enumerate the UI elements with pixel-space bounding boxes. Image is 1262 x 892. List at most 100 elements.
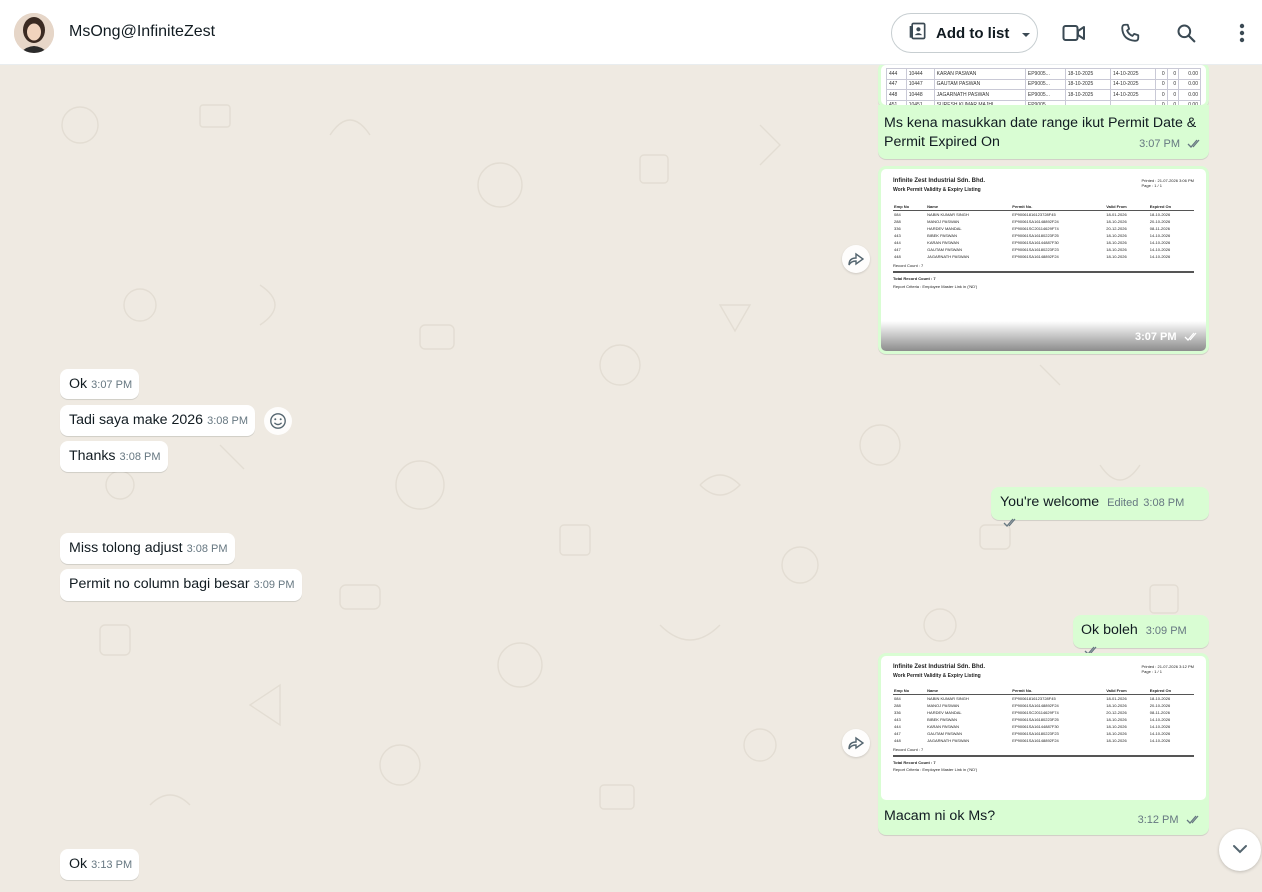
message-outgoing[interactable]: Ms kena masukkan date range ikut Permit … (878, 105, 1209, 159)
spreadsheet-table: 444 10444 KARAN PASWAN EP9005... 18-10-2025 1… (886, 68, 1201, 105)
report-title: Work Permit Validity & Expiry Listing (893, 187, 981, 193)
message-caption: Macam ni ok Ms? (884, 808, 996, 824)
forward-icon[interactable] (842, 729, 870, 757)
table-cell: 08-11-2026 (1149, 226, 1170, 231)
record-count: 7 (921, 263, 924, 268)
video-call-icon[interactable] (1061, 20, 1087, 46)
message-time: 3:07 PM (91, 379, 133, 391)
scroll-down-button[interactable] (1219, 829, 1261, 871)
table-row: 448 JAGARNATH PASWAN EP90061SA16148892F24 1… (893, 737, 1194, 744)
table-cell: 18-10-2026 (1149, 696, 1171, 701)
table-cell: 14-10-2026 (1149, 233, 1171, 238)
message-image-report[interactable]: Infinite Zest Industrial Sdn. Bhd. Work … (878, 166, 1209, 354)
table-cell: 288 (894, 219, 901, 224)
table-cell: HARDEV MANDAL (927, 710, 962, 715)
report-criteria: Report Criteria : Employee Master Link i… (893, 284, 978, 289)
message-incoming[interactable]: Tadi saya make 2026 3:08 PM (60, 405, 256, 436)
total-count: 7 (933, 276, 936, 281)
table-row: 336 HARDEV MANDAL EP90061SC20114629F74 20-1… (893, 225, 1194, 232)
table-cell: 08-11-2026 (1149, 710, 1170, 715)
table-cell: 18-10-2025 (1064, 68, 1111, 80)
table-cell: EP9005... (1024, 78, 1066, 90)
table-cell: EP90061SC20114629F74 (1012, 710, 1059, 715)
table-cell: 14-10-2026 (1149, 240, 1171, 245)
table-cell: EP9005... (1024, 89, 1066, 101)
table-cell: JAGARNATH PASWAN (927, 738, 970, 743)
message-list[interactable]: 444 10444 KARAN PASWAN EP9005... 18-10-2025 1… (0, 65, 1262, 892)
table-cell: EP90061SA16144887F30 (1012, 240, 1059, 245)
table-cell: JAGARNATH PASWAN (933, 89, 1026, 101)
contact-name[interactable]: MsOng@InfiniteZest (69, 23, 215, 41)
table-cell: 0.00 (1178, 78, 1201, 90)
voice-call-icon[interactable] (1117, 20, 1143, 46)
message-time: 3:08 PM (119, 451, 161, 463)
message-incoming[interactable]: Ok 3:07 PM (60, 369, 140, 399)
table-header: Name (926, 203, 1012, 211)
message-incoming[interactable]: Permit no column bagi besar 3:09 PM (60, 569, 302, 601)
table-cell: 14-10-2025 (1109, 78, 1157, 90)
table-cell: JAGARNATH PASWAN (927, 254, 970, 259)
search-icon[interactable] (1173, 20, 1199, 46)
message-text: Ok (69, 856, 88, 872)
total-count: 7 (933, 760, 936, 765)
report-title: Work Permit Validity & Expiry Listing (893, 673, 981, 679)
table-header: Emp No (893, 203, 927, 211)
table-cell: BIBEK PASWAN (927, 233, 957, 238)
message-incoming[interactable]: Ok 3:13 PM (60, 849, 140, 880)
table-cell: EP90061SA16148892F24 (1012, 254, 1059, 259)
menu-dots-icon[interactable] (1229, 20, 1255, 46)
table-cell: 18-10-2026 (1106, 717, 1127, 722)
table-cell: EP90061SA16180223F25 (1012, 717, 1059, 722)
message-outgoing[interactable]: Ok boleh 3:09 PM (1073, 615, 1209, 655)
table-cell: 18-01-2026 (1106, 212, 1127, 217)
double-check-icon (1187, 136, 1203, 155)
table-row: 336 HARDEV MANDAL EP90061SC20114629F74 20-1… (893, 709, 1194, 716)
table-cell: 0.00 (1178, 89, 1201, 101)
table-row: 288 MANOJ PASWAN EP90061SA16148892F24 18-10… (893, 702, 1194, 709)
table-cell: 0 (1166, 68, 1180, 80)
table-cell: 0 (1155, 78, 1168, 90)
avatar[interactable] (14, 13, 54, 53)
table-cell: 20-10-2026 (1149, 219, 1171, 224)
message-outgoing[interactable]: You're welcome Edited 3:08 PM (991, 487, 1209, 527)
message-text: You're welcome (1000, 494, 1100, 510)
message-text: Permit no column bagi besar (69, 576, 250, 592)
report-table: Emp No Name Permit No. Valid From Expired On… (893, 687, 1194, 744)
table-cell: 18-10-2025 (1064, 78, 1111, 90)
total-label: Total Record Count : (893, 760, 933, 765)
table-cell: 447 (894, 247, 901, 252)
message-text: Thanks (69, 448, 116, 464)
table-cell: 14-10-2026 (1149, 738, 1171, 743)
contacts-list-icon (908, 21, 928, 45)
emoji-react-icon[interactable] (264, 407, 292, 435)
table-header: Permit No. (1011, 687, 1106, 695)
table-cell: 18-10-2026 (1106, 731, 1127, 736)
table-cell: 444 (894, 240, 901, 245)
table-cell: EP90061SA16148892F24 (1012, 703, 1059, 708)
add-to-list-button[interactable]: Add to list (891, 13, 1038, 53)
report-page: Page : 1 / 1 (1141, 669, 1162, 674)
message-text: Ok boleh (1081, 622, 1138, 638)
message-image-top[interactable]: 444 10444 KARAN PASWAN EP9005... 18-10-2025 1… (878, 65, 1209, 108)
message-text: Tadi saya make 2026 (69, 412, 204, 428)
table-cell: EP90061SA16148892F24 (1012, 738, 1059, 743)
table-row: 084 NABIN KUMAR SINGH EP90061816123728F45 1… (893, 211, 1194, 219)
add-to-list-label: Add to list (936, 24, 1010, 42)
table-header: Name (926, 687, 1012, 695)
table-header: Expired On (1148, 203, 1194, 211)
table-row: 288 MANOJ PASWAN EP90061SA16148892F24 18-10… (893, 218, 1194, 225)
table-header: Expired On (1148, 687, 1194, 695)
table-cell: 447 (886, 78, 907, 90)
message-time: 3:08 PM (186, 543, 228, 555)
table-cell: KARAN PASWAN (927, 724, 959, 729)
chat-header: MsOng@InfiniteZest Add to list (0, 0, 1262, 65)
table-cell: 444 (886, 68, 907, 80)
table-cell: 448 (886, 89, 907, 101)
table-cell: 10448 (905, 89, 935, 101)
table-cell: 447 (894, 731, 901, 736)
message-incoming[interactable]: Thanks 3:08 PM (60, 441, 168, 472)
table-cell: 448 (894, 254, 901, 259)
forward-icon[interactable] (842, 245, 870, 273)
message-image-report[interactable]: Infinite Zest Industrial Sdn. Bhd. Work … (878, 653, 1209, 835)
message-incoming[interactable]: Miss tolong adjust 3:08 PM (60, 533, 235, 564)
